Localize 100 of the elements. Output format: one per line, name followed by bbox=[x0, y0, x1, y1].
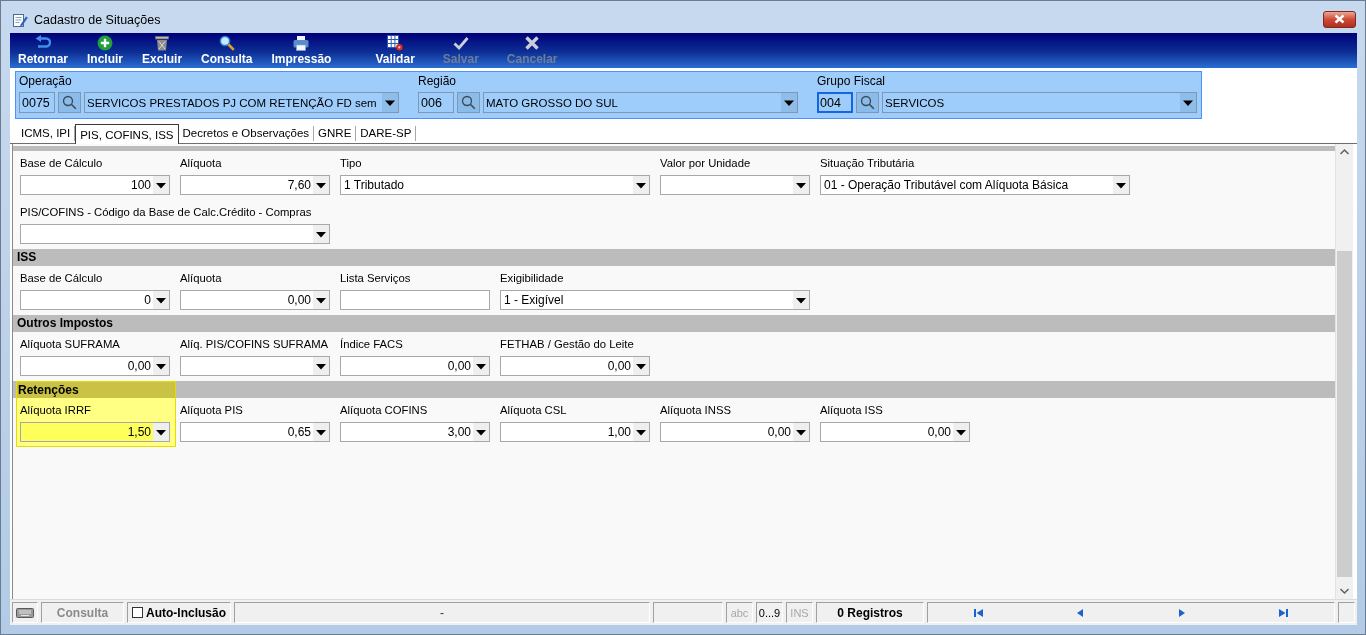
caret-icon bbox=[473, 423, 489, 441]
field-label: Alíquota COFINS bbox=[340, 403, 429, 418]
scrollbar[interactable] bbox=[1335, 144, 1353, 599]
field-label: Alíquota SUFRAMA bbox=[20, 337, 121, 352]
field-label: FETHAB / Gestão do Leite bbox=[500, 337, 635, 352]
dropdown[interactable]: 1 Tributado bbox=[340, 175, 650, 195]
tab[interactable]: DARE-SP bbox=[356, 126, 417, 141]
caret-icon bbox=[153, 291, 169, 309]
tab[interactable]: PIS, COFINS, ISS bbox=[75, 124, 179, 144]
caret-icon bbox=[153, 176, 169, 194]
caret-icon bbox=[313, 176, 329, 194]
field-label: Índice FACS bbox=[340, 337, 404, 352]
caret-icon bbox=[633, 423, 649, 441]
dropdown[interactable]: 01 - Operação Tributável com Alíquota Básica bbox=[820, 175, 1130, 195]
caret-icon bbox=[313, 357, 329, 375]
dropdown[interactable]: SERVICOS PRESTADOS PJ COM RETENÇÃO FD sem bbox=[84, 92, 399, 113]
keyboard-icon bbox=[16, 607, 34, 618]
dropdown[interactable]: 1,50 bbox=[20, 422, 170, 442]
status-message: - bbox=[234, 602, 650, 623]
close-button[interactable] bbox=[1323, 10, 1356, 28]
field-label: Alíquota bbox=[180, 271, 223, 286]
caret-icon bbox=[473, 357, 489, 375]
key-indicator: abc bbox=[726, 602, 753, 623]
skip-start-icon bbox=[974, 607, 984, 618]
dropdown[interactable]: 100 bbox=[20, 175, 170, 195]
dropdown[interactable]: 0,00 bbox=[20, 356, 170, 376]
dropdown[interactable]: 1 - Exigível bbox=[500, 290, 810, 310]
triangle-left-icon bbox=[1075, 607, 1085, 618]
search-button[interactable] bbox=[58, 92, 81, 113]
dropdown[interactable]: 0,00 bbox=[180, 290, 330, 310]
tab[interactable]: GNRE bbox=[314, 126, 357, 141]
cross-icon bbox=[524, 35, 541, 51]
key-indicator: 0...9 bbox=[756, 602, 783, 623]
toolbar-button[interactable]: Excluir bbox=[142, 35, 183, 66]
field-label: Lista Serviços bbox=[340, 271, 412, 286]
field-label: Exigibilidade bbox=[500, 271, 565, 286]
field-label: Tipo bbox=[340, 156, 363, 171]
u-turn-arrow-icon bbox=[35, 35, 51, 51]
dropdown[interactable]: 7,60 bbox=[180, 175, 330, 195]
dropdown[interactable]: 0,00 bbox=[660, 422, 810, 442]
field-label: Região bbox=[418, 74, 458, 89]
toolbar-button[interactable]: Retornar bbox=[18, 35, 68, 66]
status-panel bbox=[653, 602, 723, 623]
dropdown[interactable]: MATO GROSSO DO SUL bbox=[483, 92, 798, 113]
search-icon bbox=[62, 95, 77, 110]
field-label: Alíquota CSL bbox=[500, 403, 568, 418]
triangle-right-icon bbox=[1177, 607, 1187, 618]
scrollbar-thumb[interactable] bbox=[1337, 251, 1352, 577]
search-icon bbox=[461, 95, 476, 110]
field-label: Valor por Unidade bbox=[660, 156, 752, 171]
field-label: Alíquota PIS bbox=[180, 403, 244, 418]
dropdown[interactable]: 0 bbox=[20, 290, 170, 310]
caret-icon bbox=[633, 357, 649, 375]
field-label: Operação bbox=[19, 74, 73, 89]
code-field[interactable]: 004 bbox=[817, 92, 853, 113]
toolbar-button[interactable]: Validar bbox=[375, 35, 415, 66]
field-label: Alíquota IRRF bbox=[20, 403, 92, 418]
dropdown[interactable]: 0,65 bbox=[180, 422, 330, 442]
search-button[interactable] bbox=[856, 92, 879, 113]
checkbox[interactable] bbox=[132, 607, 143, 618]
close-icon bbox=[1334, 14, 1345, 24]
caret-icon bbox=[1180, 93, 1196, 112]
caret-icon bbox=[793, 176, 809, 194]
dropdown[interactable]: 1,00 bbox=[500, 422, 650, 442]
code-field[interactable]: 006 bbox=[418, 92, 454, 113]
search-icon bbox=[860, 95, 875, 110]
dropdown[interactable]: 0,00 bbox=[340, 356, 490, 376]
search-button[interactable] bbox=[457, 92, 480, 113]
section-title: ISS bbox=[16, 249, 37, 266]
field-label: Grupo Fiscal bbox=[817, 74, 887, 89]
trash-icon bbox=[154, 35, 171, 51]
input-field[interactable] bbox=[340, 290, 490, 310]
printer-icon bbox=[293, 35, 310, 51]
dropdown[interactable]: 3,00 bbox=[340, 422, 490, 442]
dropdown[interactable]: SERVICOS bbox=[882, 92, 1197, 113]
window-title: Cadastro de Situações bbox=[34, 13, 161, 27]
caret-icon bbox=[313, 225, 329, 243]
toolbar-button[interactable]: Incluir bbox=[87, 35, 124, 66]
code-field[interactable]: 0075 bbox=[19, 92, 55, 113]
caret-icon bbox=[793, 291, 809, 309]
document-pencil-icon bbox=[12, 12, 28, 28]
caret-icon bbox=[793, 423, 809, 441]
toolbar-button[interactable]: Impressão bbox=[271, 35, 332, 66]
key-indicator: INS bbox=[786, 602, 813, 623]
tab[interactable]: Decretos e Observações bbox=[178, 126, 315, 141]
caret-icon bbox=[313, 291, 329, 309]
caret-icon bbox=[153, 357, 169, 375]
field-label: Situação Tributária bbox=[820, 156, 916, 171]
section-title: Retenções bbox=[16, 381, 176, 398]
dropdown[interactable]: 0,00 bbox=[820, 422, 970, 442]
caret-icon bbox=[382, 93, 398, 112]
plus-icon bbox=[97, 35, 113, 51]
field-label: Alíquota bbox=[180, 156, 223, 171]
dropdown[interactable]: 0,00 bbox=[500, 356, 650, 376]
search-icon bbox=[218, 35, 235, 51]
field-label: Alíq. PIS/COFINS SUFRAMA bbox=[180, 337, 330, 352]
caret-icon bbox=[1113, 176, 1129, 194]
section-title: Outros Impostos bbox=[16, 315, 113, 332]
skip-end-icon bbox=[1278, 607, 1288, 618]
toolbar-button[interactable]: Consulta bbox=[201, 35, 253, 66]
